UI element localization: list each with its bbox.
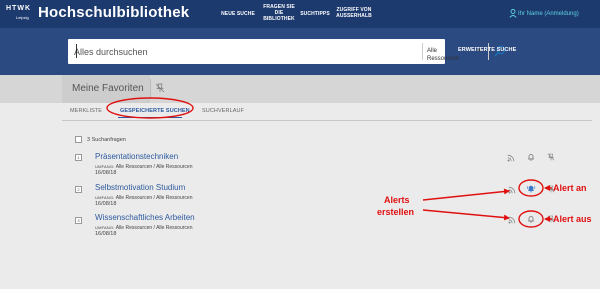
saved-search-date: 16/08/18 [95,201,117,207]
scope-value: Alle Ressourcen [115,225,153,231]
scope-key: UMFANG: [95,225,115,230]
logo[interactable]: HTWK Leipzig [6,5,36,23]
scope-value-2: Alle Ressourcen [156,225,193,231]
scope-separator: / [153,195,155,201]
row-number: 1 [75,154,82,161]
user-login-link[interactable]: Ihr Name (Anmeldung) [518,10,579,18]
scope-separator: / [153,225,155,231]
rss-icon[interactable] [507,154,515,162]
text-cursor [76,44,77,58]
nav-fragen-sie-die-bibliothek[interactable]: FRAGEN SIE DIE BIBLIOTHEK [262,4,296,22]
annotation-alert-on: Alert an [553,183,587,193]
saved-search-date: 16/08/18 [95,170,117,176]
page-title: Meine Favoriten [72,83,144,94]
scope-value-2: Alle Ressourcen [156,195,193,201]
favorites-separator [150,79,151,99]
annotation-alerts: Alerts [384,195,410,205]
bell-ringing-icon[interactable] [526,184,536,193]
scope-value: Alle Ressourcen [115,195,153,201]
advanced-search-link[interactable]: ERWEITERTE SUCHE [458,46,516,54]
top-bar: HTWK Leipzig Hochschulbibliothek NEUE SU… [0,0,600,28]
favorites-tabs: MERKLISTE GESPEICHERTE SUCHEN SUCHVERLAU… [0,103,600,121]
unpin-icon[interactable] [155,83,165,93]
scope-value: Alle Ressourcen [115,164,153,170]
scope-key: UMFANG: [95,195,115,200]
scope-key: UMFANG: [95,164,115,169]
result-count: 3 Suchanfragen [87,137,126,143]
nav-zugriff-von-ausserhalb[interactable]: ZUGRIFF VON AUSSERHALB [334,7,374,19]
row-number: 2 [75,186,82,193]
search-input[interactable] [74,44,344,59]
unpin-icon[interactable] [547,153,555,161]
rss-icon[interactable] [508,216,516,224]
tab-merkliste[interactable]: MERKLISTE [70,107,102,115]
select-all-checkbox[interactable] [75,136,82,143]
scope-select[interactable]: Alle Ressourcen [427,47,459,63]
bell-icon[interactable] [527,153,535,161]
favorites-header: Meine Favoriten [0,75,600,103]
active-tab-indicator [118,117,182,118]
annotation-erstellen: erstellen [377,207,415,217]
site-title[interactable]: Hochschulbibliothek [38,3,189,23]
user-icon[interactable] [509,9,517,18]
scope-separator: / [153,164,155,170]
saved-searches-panel: 3 Suchanfragen 1 Präsentationstechniken … [0,121,600,289]
scope-value-2: Alle Ressourcen [156,164,193,170]
saved-search-title[interactable]: Wissenschaftliches Arbeiten [95,213,195,223]
logo-brand: HTWK [6,5,31,12]
nav-neue-suche[interactable]: NEUE SUCHE [219,11,257,17]
search-box: Alle Ressourcen [68,39,506,64]
annotation-alert-off: Alert aus [553,214,592,224]
bell-icon[interactable] [527,215,535,223]
saved-search-title[interactable]: Selbstmotivation Studium [95,183,185,193]
tab-gespeicherte-suchen[interactable]: GESPEICHERTE SUCHEN [120,107,190,115]
saved-search-date: 16/08/18 [95,231,117,237]
rss-icon[interactable] [508,186,516,194]
row-number: 3 [75,217,82,224]
search-band: Alle Ressourcen ERWEITERTE SUCHE [0,28,600,75]
tab-suchverlauf[interactable]: SUCHVERLAUF [202,107,244,115]
nav-suchtipps[interactable]: SUCHTIPPS [298,11,332,17]
search-divider [422,43,423,60]
logo-city: Leipzig [16,15,29,20]
saved-search-title[interactable]: Präsentationstechniken [95,152,178,162]
